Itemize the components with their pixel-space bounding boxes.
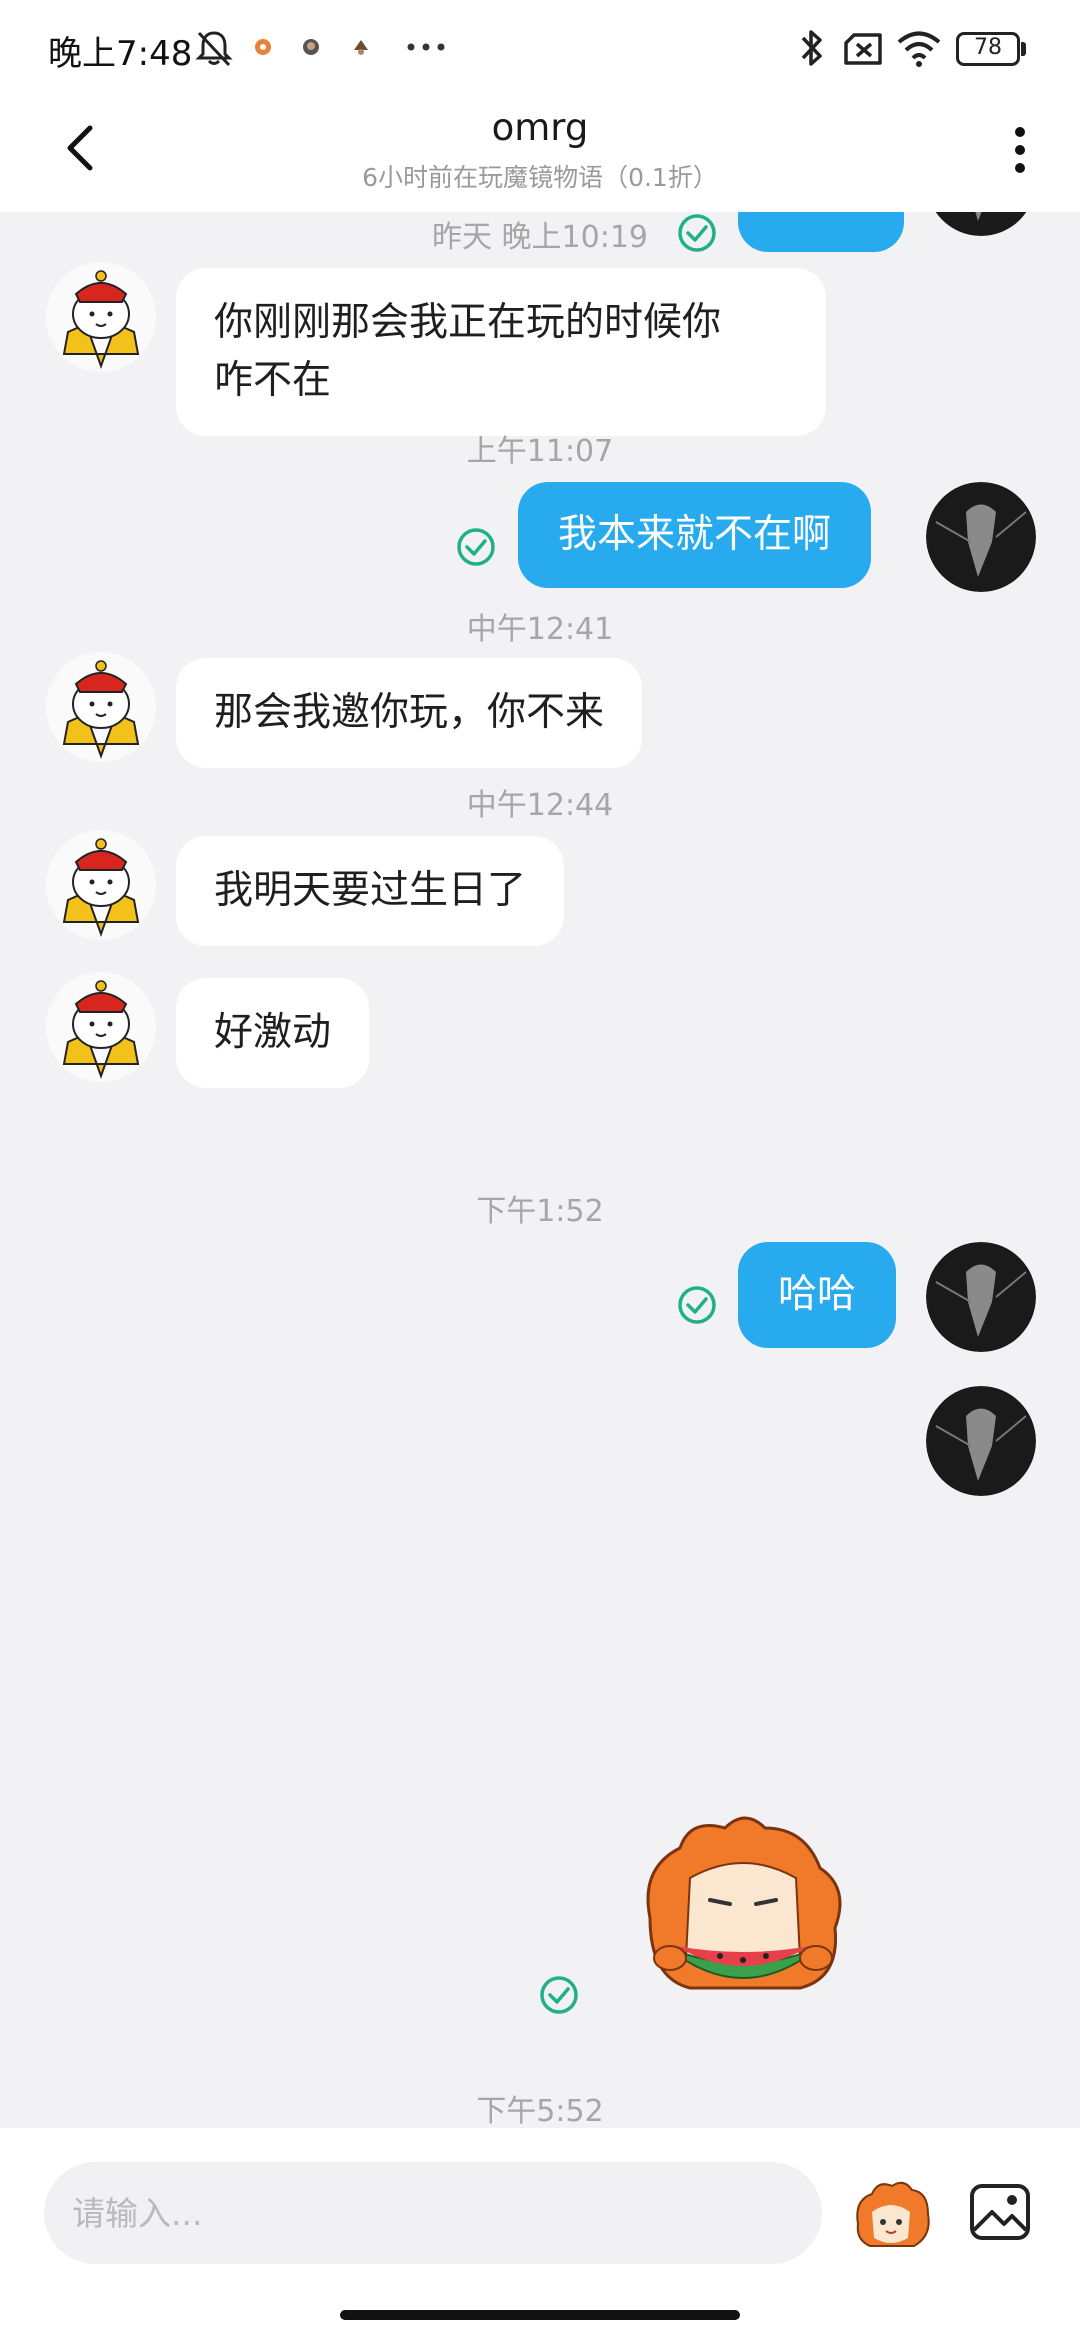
incoming-message[interactable]: 你刚刚那会我正在玩的时候你 咋不在 <box>176 268 826 436</box>
timestamp: 中午12:41 <box>466 612 614 647</box>
home-indicator[interactable] <box>340 2310 740 2320</box>
timestamp: 上午11:07 <box>466 434 614 469</box>
contact-avatar[interactable] <box>46 262 156 372</box>
contact-avatar[interactable] <box>46 830 156 940</box>
timestamp: 中午12:44 <box>466 788 614 823</box>
contact-name: omrg <box>491 106 589 149</box>
more-options-button[interactable] <box>1000 120 1040 180</box>
message-text: 我本来就不在啊 <box>558 512 832 557</box>
image-picker-button[interactable] <box>968 2180 1032 2244</box>
message-text: 咋不在 <box>214 358 332 403</box>
more-dots-icon <box>407 43 445 51</box>
timestamp: 下午5:52 <box>476 2094 604 2128</box>
my-avatar[interactable] <box>926 1242 1036 1352</box>
message-text: 你刚刚那会我正在玩的时候你 <box>214 300 722 345</box>
contact-avatar[interactable] <box>46 652 156 762</box>
timestamp: 昨天 晚上10:19 <box>432 220 648 255</box>
bluetooth-icon <box>801 30 822 66</box>
message-input[interactable] <box>44 2162 822 2264</box>
message-text: 那会我邀你玩，你不来 <box>214 690 605 735</box>
message-text: 哈哈 <box>778 1272 857 1317</box>
no-sim-icon <box>844 33 882 65</box>
my-avatar[interactable] <box>926 482 1036 592</box>
app-notification-icon <box>303 39 319 55</box>
battery-level: 78 <box>974 35 1002 60</box>
read-check-icon <box>540 1976 578 2014</box>
chat-header: omrg 6小时前在玩魔镜物语（0.1折） <box>0 100 1080 212</box>
wifi-icon <box>897 31 941 67</box>
app-notification-icon <box>354 40 368 55</box>
message-text: 我明天要过生日了 <box>214 868 527 913</box>
sticker-button[interactable] <box>848 2176 934 2254</box>
message-text: 好激动 <box>214 1010 332 1055</box>
incoming-message[interactable]: 我明天要过生日了 <box>176 836 565 946</box>
outgoing-message[interactable]: 哈哈 <box>738 1242 897 1348</box>
status-time: 晚上7:48 <box>48 34 193 74</box>
input-bar <box>0 2128 1080 2340</box>
app-notification-icon <box>255 39 271 55</box>
my-avatar[interactable] <box>926 1386 1036 1496</box>
contact-status: 6小时前在玩魔镜物语（0.1折） <box>362 163 718 192</box>
timestamp: 下午1:52 <box>476 1194 604 1229</box>
message-list[interactable]: 昨天 晚上10:19 你刚刚那会我正在玩的时候你 咋不在 上午11:07 我本来… <box>0 212 1080 2128</box>
incoming-message[interactable]: 那会我邀你玩，你不来 <box>176 658 643 768</box>
contact-avatar[interactable] <box>46 972 156 1082</box>
battery-icon: 78 <box>956 32 1026 66</box>
read-check-icon <box>678 1286 716 1324</box>
outgoing-message[interactable]: 我本来就不在啊 <box>518 482 872 588</box>
incoming-message[interactable]: 好激动 <box>176 978 370 1088</box>
watermelon-sticker[interactable] <box>630 1808 856 2018</box>
read-check-icon <box>457 528 495 566</box>
bell-off-icon <box>195 31 233 67</box>
status-bar: 晚上7:48 78 <box>0 0 1080 100</box>
